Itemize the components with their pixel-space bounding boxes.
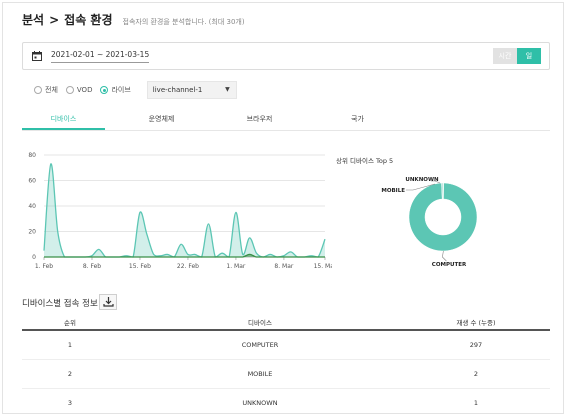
radio-vod-dot[interactable]: [65, 86, 74, 94]
period-toggle: 시간 일: [493, 48, 541, 64]
x-tick-label: 22. Feb: [177, 263, 199, 270]
x-tick-label: 8. Mar: [274, 263, 293, 270]
area-chart-svg: 0 20 40 60 80 1. Feb 8. Feb 15. Feb 22. Feb 1. Ma…: [28, 152, 337, 270]
content-type-filter: 전체 VOD 라이브 live-channel-1 ▼: [34, 81, 237, 99]
hour-button[interactable]: 시간: [493, 48, 517, 64]
y-tick-label: 0: [32, 254, 36, 261]
date-range-input[interactable]: 2021-02-01 ~ 2021-03-15: [51, 50, 150, 63]
tab-os[interactable]: 운영체제: [120, 109, 203, 130]
donut-chart-svg: COMPUTER MOBILEUNKNOWN: [381, 177, 478, 268]
breadcrumb-section[interactable]: 분석: [22, 11, 44, 28]
radio-live-dot[interactable]: [100, 86, 109, 94]
tab-country[interactable]: 국가: [316, 109, 399, 130]
page-frame: 분석 > 접속 환경 접속자의 환경을 분석합니다. (최대 30개) 2021…: [2, 2, 564, 414]
cell-rank: 3: [67, 399, 73, 407]
channel-select[interactable]: live-channel-1 ▼: [146, 81, 237, 99]
radio-all-label: 전체: [45, 86, 58, 94]
table-title: 디바이스별 접속 정보: [22, 299, 98, 309]
y-tick-label: 20: [28, 229, 36, 236]
y-tick-label: 40: [28, 203, 36, 210]
donut-title: 상위 디바이스 Top 5: [336, 157, 394, 165]
page-subtitle: 접속자의 환경을 분석합니다. (최대 30개): [122, 18, 245, 26]
x-tick-label: 1. Feb: [35, 263, 53, 270]
radio-live[interactable]: 라이브: [100, 85, 131, 95]
tab-device[interactable]: 디바이스: [22, 109, 105, 130]
radio-vod-label: VOD: [76, 86, 93, 94]
series-area: [44, 163, 325, 257]
cell-rank: 2: [67, 370, 73, 378]
radio-vod[interactable]: VOD: [65, 86, 93, 94]
y-tick-label: 80: [28, 152, 36, 159]
tab-browser[interactable]: 브라우저: [218, 109, 301, 130]
cell-rank: 1: [67, 341, 73, 349]
caret-down-icon: ▼: [225, 86, 230, 93]
cell-count: 1: [473, 399, 479, 407]
cell-device: UNKNOWN: [242, 399, 278, 407]
area-chart: 0 20 40 60 80 1. Feb 8. Feb 15. Feb 22. Feb 1. Ma…: [22, 149, 337, 274]
cell-device: MOBILE: [247, 370, 273, 378]
download-icon: [103, 297, 114, 307]
table-row: 3 UNKNOWN 1: [22, 389, 550, 416]
x-tick-label: 8. Feb: [83, 263, 101, 270]
series-line: [43, 163, 326, 258]
cell-count: 2: [473, 370, 479, 378]
x-tick-label: 15. Feb: [129, 263, 151, 270]
header-rank: 순위: [64, 319, 76, 327]
day-button[interactable]: 일: [517, 48, 541, 64]
radio-live-label: 라이브: [111, 86, 131, 94]
table-row: 1 COMPUTER 297: [22, 331, 550, 360]
radio-all-dot[interactable]: [34, 86, 42, 94]
page-title: 접속 환경: [64, 13, 113, 27]
donut-chart: COMPUTER MOBILE UNKNOWN: [373, 169, 513, 274]
donut-label-computer: COMPUTER: [432, 262, 467, 268]
breadcrumb: 분석 > 접속 환경 접속자의 환경을 분석합니다. (최대 30개): [22, 11, 245, 28]
donut-slice-unknown: [442, 182, 444, 200]
cell-device: COMPUTER: [241, 341, 279, 349]
radio-all[interactable]: 전체: [34, 85, 58, 95]
donut-label-unknown: UNKNOWN: [405, 177, 439, 183]
x-tick-label: 15. Mar: [314, 263, 332, 270]
device-table: 순위 디바이스 재생 수 (누중) 1 COMPUTER 297 2 MOBIL…: [22, 315, 550, 416]
header-device: 디바이스: [248, 319, 272, 327]
table-row: 2 MOBILE 2: [22, 360, 550, 389]
calendar-icon[interactable]: [32, 51, 42, 61]
channel-select-value: live-channel-1: [152, 86, 203, 94]
x-tick-label: 1. Mar: [226, 263, 245, 270]
breadcrumb-separator: >: [49, 13, 60, 27]
cell-count: 297: [469, 341, 483, 349]
tab-bar: 디바이스 운영체제 브라우저 국가: [22, 109, 550, 131]
label-leader: [442, 250, 447, 262]
date-filter-bar: 2021-02-01 ~ 2021-03-15 시간 일: [22, 42, 550, 70]
download-button[interactable]: [99, 294, 117, 310]
y-tick-label: 60: [28, 178, 36, 185]
donut-label-mobile: MOBILE: [381, 188, 405, 194]
table-header: 순위 디바이스 재생 수 (누중): [22, 315, 550, 331]
header-count: 재생 수 (누중): [456, 319, 496, 327]
